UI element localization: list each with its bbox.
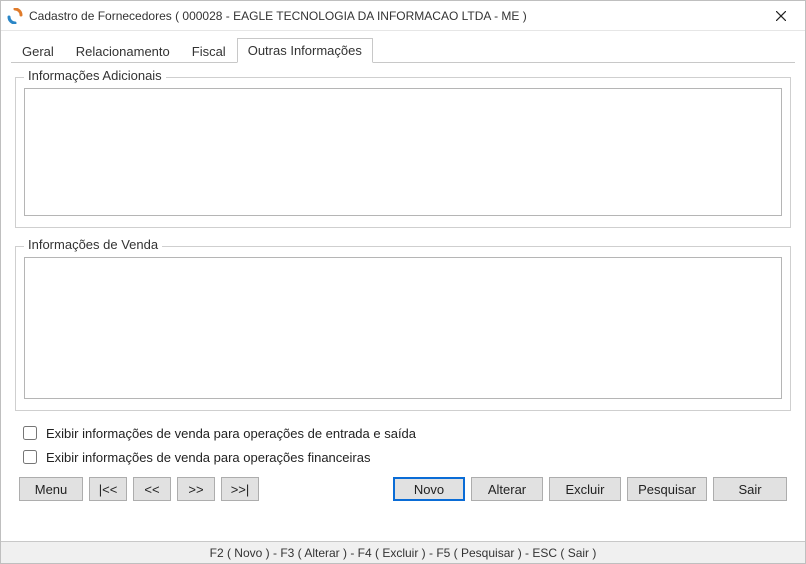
excluir-button[interactable]: Excluir [549,477,621,501]
checkbox-entrada-saida[interactable] [23,426,37,440]
textarea-informacoes-adicionais[interactable] [24,88,782,216]
tab-relacionamento[interactable]: Relacionamento [65,39,181,63]
group-legend-venda: Informações de Venda [24,237,162,252]
status-text: F2 ( Novo ) - F3 ( Alterar ) - F4 ( Excl… [210,546,597,560]
tab-fiscal[interactable]: Fiscal [181,39,237,63]
novo-button[interactable]: Novo [393,477,465,501]
check-row-financeiras[interactable]: Exibir informações de venda para operaçõ… [15,447,791,467]
tab-strip: Geral Relacionamento Fiscal Outras Infor… [11,37,795,63]
nav-last-button[interactable]: >>| [221,477,259,501]
window-title: Cadastro de Fornecedores ( 000028 - EAGL… [29,9,765,23]
nav-next-button[interactable]: >> [177,477,215,501]
close-icon [776,11,786,21]
tab-body-outras: Informações Adicionais Informações de Ve… [11,63,795,541]
group-legend-adicionais: Informações Adicionais [24,68,166,83]
textarea-informacoes-venda[interactable] [24,257,782,399]
check-row-entrada-saida[interactable]: Exibir informações de venda para operaçõ… [15,423,791,443]
title-bar: Cadastro de Fornecedores ( 000028 - EAGL… [1,1,805,31]
nav-prev-button[interactable]: << [133,477,171,501]
checkbox-label-financeiras: Exibir informações de venda para operaçõ… [46,450,370,465]
pesquisar-button[interactable]: Pesquisar [627,477,707,501]
app-icon [7,8,23,24]
checkbox-label-entrada-saida: Exibir informações de venda para operaçõ… [46,426,416,441]
close-button[interactable] [765,2,797,30]
button-bar: Menu |<< << >> >>| Novo Alterar Excluir … [15,469,791,511]
tab-outras-informacoes[interactable]: Outras Informações [237,38,373,63]
client-area: Geral Relacionamento Fiscal Outras Infor… [1,31,805,541]
tab-geral[interactable]: Geral [11,39,65,63]
sair-button[interactable]: Sair [713,477,787,501]
group-informacoes-adicionais: Informações Adicionais [15,77,791,228]
menu-button[interactable]: Menu [19,477,83,501]
checkbox-financeiras[interactable] [23,450,37,464]
status-bar: F2 ( Novo ) - F3 ( Alterar ) - F4 ( Excl… [1,541,805,563]
nav-first-button[interactable]: |<< [89,477,127,501]
group-informacoes-venda: Informações de Venda [15,246,791,411]
alterar-button[interactable]: Alterar [471,477,543,501]
